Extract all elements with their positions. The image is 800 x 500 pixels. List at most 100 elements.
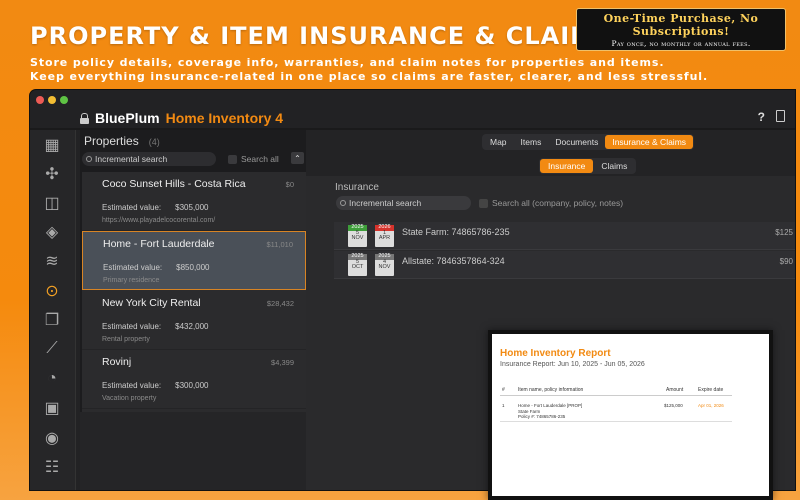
copies-icon[interactable]: ❐ bbox=[40, 309, 64, 331]
property-name: New York City Rental bbox=[102, 297, 201, 309]
property-items-value: $28,432 bbox=[266, 299, 294, 308]
properties-title: Properties bbox=[84, 134, 139, 148]
tab-documents[interactable]: Documents bbox=[548, 135, 605, 149]
tab-insurance-claims[interactable]: Insurance & Claims bbox=[605, 135, 694, 149]
tab-map[interactable]: Map bbox=[483, 135, 514, 149]
report-col-num: # bbox=[502, 387, 505, 393]
calendar-start-icon: 2025 5 NOV bbox=[348, 224, 367, 247]
property-name: Home - Fort Lauderdale bbox=[103, 238, 215, 250]
report-row-amount: $125,000 bbox=[664, 403, 683, 408]
minimize-window-button[interactable] bbox=[48, 96, 56, 104]
rooms-icon[interactable]: ◫ bbox=[40, 192, 64, 214]
insurance-subtabs: Insurance Claims bbox=[539, 158, 637, 174]
property-name: Coco Sunset Hills - Costa Rica bbox=[102, 178, 246, 190]
search-all-label: Search all bbox=[241, 154, 279, 164]
tab-insurance[interactable]: Insurance bbox=[540, 159, 594, 173]
report-row-desc: Home - Fort Lauderdale [PROP] State Farm… bbox=[518, 403, 583, 419]
property-items-value: $0 bbox=[285, 180, 294, 189]
list-item[interactable]: Coco Sunset Hills - Costa Rica $0 Estima… bbox=[82, 172, 306, 231]
property-note: Primary residence bbox=[103, 277, 160, 284]
purchase-badge: One-Time Purchase, No Subscriptions! Pay… bbox=[576, 8, 786, 51]
policy-name: State Farm: 74865786-235 bbox=[402, 227, 510, 237]
traffic-lights bbox=[36, 96, 68, 104]
titlebar: BluePlum Home Inventory 4 bbox=[80, 108, 283, 128]
property-name: Rovinj bbox=[102, 356, 132, 368]
policy-amount: $125 bbox=[775, 228, 793, 237]
layers-icon[interactable]: ≋ bbox=[40, 250, 64, 272]
report-title: Home Inventory Report bbox=[500, 348, 611, 359]
report-row: 1 Home - Fort Lauderdale [PROP] State Fa… bbox=[500, 400, 732, 422]
report-header-row: # Item name, policy information Amount E… bbox=[500, 384, 732, 396]
policy-amount: $90 bbox=[779, 257, 793, 266]
photos-icon[interactable]: ▣ bbox=[40, 397, 64, 419]
pie-icon[interactable]: ◔ bbox=[40, 368, 64, 390]
search-icon bbox=[86, 156, 92, 162]
property-note: Rental property bbox=[102, 336, 150, 343]
report-col-expire: Expire date bbox=[698, 387, 724, 393]
collapse-button[interactable]: ⌃ bbox=[291, 152, 304, 164]
search-icon bbox=[340, 200, 346, 206]
report-preview: Home Inventory Report Insurance Report: … bbox=[488, 330, 773, 500]
table-row[interactable]: 2025 5 NOV 2026 1 APR State Farm: 748657… bbox=[334, 222, 795, 250]
properties-list: Coco Sunset Hills - Costa Rica $0 Estima… bbox=[82, 172, 306, 412]
location-icon[interactable]: ⊙ bbox=[40, 280, 64, 302]
estimated-value: Estimated value: $305,000 bbox=[102, 203, 209, 212]
properties-count: (4) bbox=[148, 137, 160, 147]
calendar-end-icon: 2026 1 APR bbox=[375, 224, 394, 247]
list-item[interactable]: New York City Rental $28,432 Estimated v… bbox=[82, 291, 306, 350]
property-note: Vacation property bbox=[102, 395, 157, 402]
insurance-search bbox=[336, 196, 471, 210]
document-icon[interactable] bbox=[776, 110, 785, 122]
badge-headline: One-Time Purchase, No Subscriptions! bbox=[603, 12, 759, 38]
items-icon[interactable]: ✣ bbox=[40, 163, 64, 185]
report-row-expire: Apr 01, 2026 bbox=[698, 403, 724, 408]
close-window-button[interactable] bbox=[36, 96, 44, 104]
view-tabs: Map Items Documents Insurance & Claims bbox=[482, 134, 695, 150]
report-col-amount: Amount bbox=[666, 387, 684, 393]
properties-header: Properties (4) bbox=[84, 134, 160, 148]
insurance-title: Insurance bbox=[335, 182, 379, 193]
table-row[interactable]: 2025 5 OCT 2025 4 NOV Allstate: 78463578… bbox=[334, 251, 795, 279]
report-col-item: Item name, policy information bbox=[518, 387, 584, 393]
promo-line-2: Keep everything insurance-related in one… bbox=[30, 70, 709, 83]
chart-icon[interactable]: ⟋ bbox=[40, 338, 64, 360]
help-icon[interactable]: ? bbox=[758, 110, 765, 124]
list-item[interactable]: Rovinj $4,399 Estimated value: $300,000 V… bbox=[82, 350, 306, 409]
property-items-value: $11,010 bbox=[266, 240, 293, 249]
tab-items[interactable]: Items bbox=[514, 135, 549, 149]
insurance-search-input[interactable] bbox=[349, 198, 467, 208]
calendar-start-icon: 2025 5 OCT bbox=[348, 253, 367, 276]
search-all-label: Search all (company, policy, notes) bbox=[492, 198, 624, 208]
tab-claims[interactable]: Claims bbox=[593, 159, 635, 173]
property-items-value: $4,399 bbox=[271, 358, 294, 367]
report-subtitle: Insurance Report: Jun 10, 2025 - Jun 05,… bbox=[500, 361, 645, 368]
checklist-icon[interactable]: ☷ bbox=[40, 456, 64, 478]
search-all-checkbox[interactable] bbox=[479, 198, 488, 208]
user-icon[interactable]: ◉ bbox=[40, 427, 64, 449]
app-product: Home Inventory 4 bbox=[165, 110, 284, 126]
estimated-value: Estimated value: $850,000 bbox=[103, 263, 210, 272]
sidebar-icons: ▦ ✣ ◫ ◈ ≋ ⊙ ❐ ⟋ ◔ ▣ ◉ ☷ bbox=[30, 130, 76, 490]
properties-search bbox=[82, 152, 216, 166]
properties-search-input[interactable] bbox=[95, 154, 211, 164]
badge-subline: Pay once, no monthly or annual fees. bbox=[611, 39, 751, 48]
estimated-value: Estimated value: $432,000 bbox=[102, 322, 209, 331]
insurance-search-all[interactable]: Search all (company, policy, notes) bbox=[479, 198, 623, 208]
list-item[interactable]: Home - Fort Lauderdale $11,010 Estimated… bbox=[82, 231, 306, 290]
app-brand: BluePlum bbox=[95, 110, 160, 126]
properties-panel: Properties (4) Search all ⌃ Coco Sunset … bbox=[80, 130, 306, 490]
policy-name: Allstate: 7846357864-324 bbox=[402, 256, 505, 266]
properties-list-empty-area bbox=[80, 412, 306, 490]
zoom-window-button[interactable] bbox=[60, 96, 68, 104]
property-note: https://www.playadelcocorental.com/ bbox=[102, 217, 216, 224]
search-all-checkbox[interactable] bbox=[228, 154, 237, 164]
tag-icon[interactable]: ◈ bbox=[40, 221, 64, 243]
lock-icon[interactable] bbox=[80, 112, 89, 124]
calendar-end-icon: 2025 4 NOV bbox=[375, 253, 394, 276]
dashboard-icon[interactable]: ▦ bbox=[40, 134, 64, 156]
report-row-num: 1 bbox=[502, 403, 505, 408]
estimated-value: Estimated value: $300,000 bbox=[102, 381, 209, 390]
properties-search-all[interactable]: Search all bbox=[228, 154, 279, 164]
promo-title: PROPERTY & ITEM INSURANCE & CLAIMS bbox=[30, 22, 614, 50]
promo-line-1: Store policy details, coverage info, war… bbox=[30, 56, 665, 69]
